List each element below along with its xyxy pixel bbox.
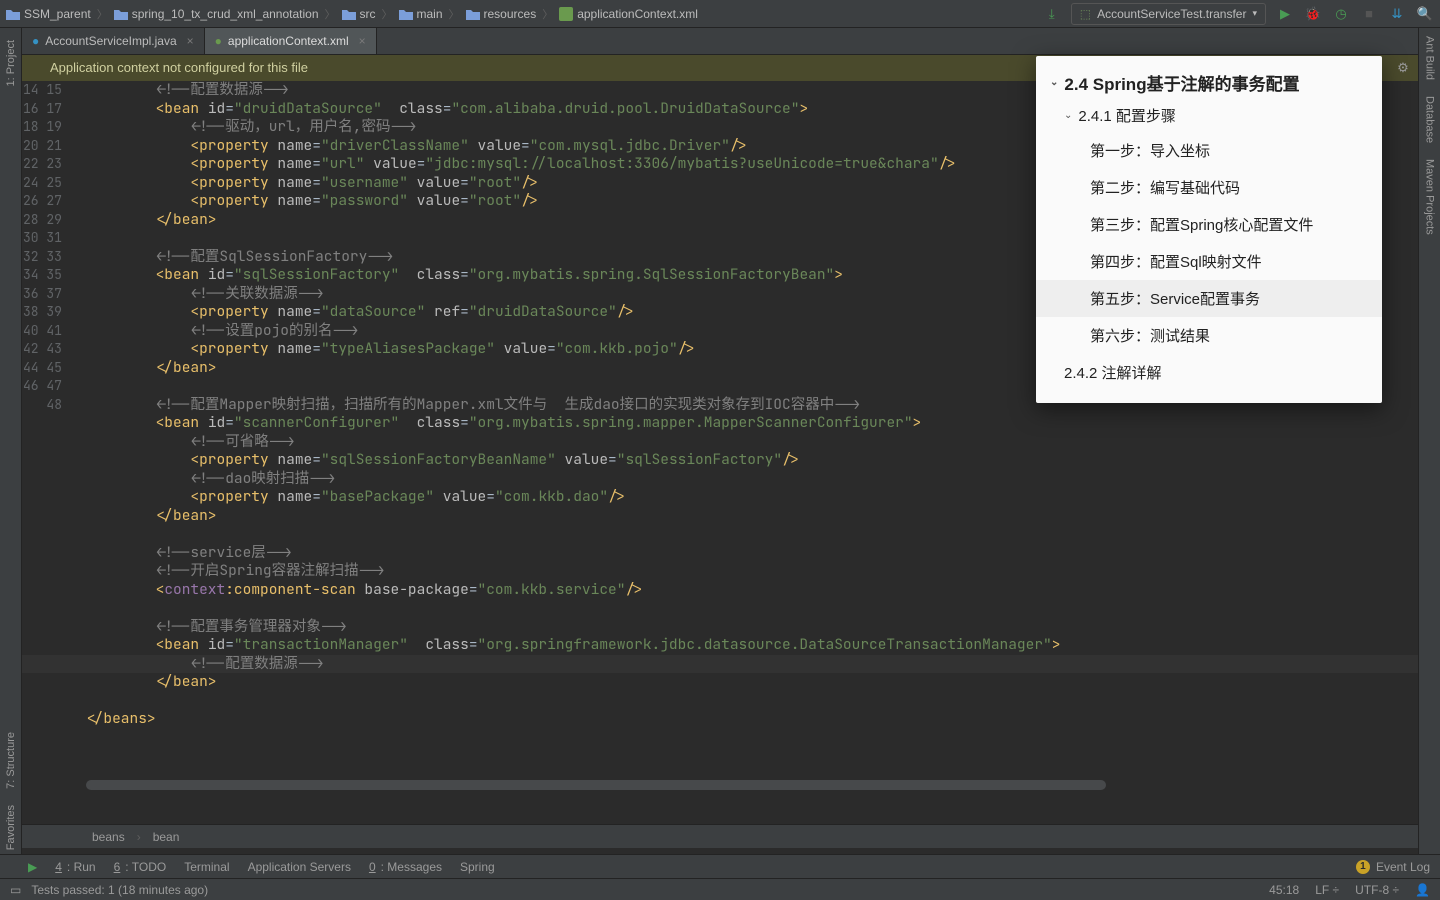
run-icon[interactable]: ▶ (1276, 5, 1294, 23)
banner-text: Application context not configured for t… (50, 60, 308, 75)
right-tool-gutter: Ant BuildDatabaseMaven Projects (1418, 28, 1440, 870)
outline-item[interactable]: 第四步：配置Sql映射文件 (1036, 243, 1382, 280)
breadcrumb-item[interactable]: main (399, 7, 443, 21)
outline-item[interactable]: 第二步：编写基础代码 (1036, 169, 1382, 206)
breadcrumb-item[interactable]: SSM_parent (6, 7, 91, 21)
tool-tab[interactable]: 7: Structure (5, 724, 17, 797)
crumb-beans[interactable]: beans (92, 830, 125, 844)
bottom-tool-tab[interactable]: 0: Messages (369, 860, 442, 874)
chevron-down-icon: ▾ (1252, 8, 1257, 19)
bottom-tool-tab[interactable]: Application Servers (248, 860, 351, 874)
outline-section[interactable]: ⌄ 2.4.1 配置步骤 (1036, 99, 1382, 132)
outline-item[interactable]: 第六步：测试结果 (1036, 317, 1382, 354)
tab-label: AccountServiceImpl.java (45, 34, 176, 48)
run-configuration-dropdown[interactable]: ⬚ AccountServiceTest.transfer ▾ (1071, 3, 1266, 25)
debug-icon[interactable]: 🐞 (1304, 5, 1322, 23)
bottom-tool-tab[interactable]: Terminal (184, 860, 229, 874)
breadcrumb-item[interactable]: spring_10_tx_crud_xml_annotation (114, 7, 319, 21)
stop-icon[interactable]: ■ (1360, 5, 1378, 23)
editor-tab[interactable]: ● AccountServiceImpl.java × (22, 28, 205, 54)
crumb-bean[interactable]: bean (153, 830, 180, 844)
chevron-down-icon: ⌄ (1064, 110, 1072, 121)
outline-item[interactable]: 第五步：Service配置事务 (1036, 280, 1382, 317)
scrollbar-thumb[interactable] (86, 780, 1106, 790)
outline-item[interactable]: 第一步：导入坐标 (1036, 132, 1382, 169)
outline-section-2[interactable]: 2.4.2 注解详解 (1036, 354, 1382, 391)
outline-title[interactable]: ⌄ 2.4 Spring基于注解的事务配置 (1036, 66, 1382, 99)
navigation-bar: SSM_parent〉spring_10_tx_crud_xml_annotat… (0, 0, 1440, 28)
editor-tabs: ● AccountServiceImpl.java × ● applicationCon… (0, 28, 1440, 55)
status-bar: ▭ Tests passed: 1 (18 minutes ago) 45:18… (0, 878, 1440, 900)
bottom-tool-tab[interactable]: 4: Run (55, 860, 95, 874)
caret-position[interactable]: 45:18 (1269, 883, 1299, 897)
horizontal-scrollbar[interactable] (86, 780, 1394, 790)
breadcrumb-item[interactable]: resources (466, 7, 537, 21)
tool-tab[interactable]: Maven Projects (1424, 151, 1436, 243)
status-icon[interactable]: ▭ (10, 883, 21, 897)
tool-tab[interactable]: 1: Project (5, 32, 17, 94)
inspector-icon[interactable]: 👤 (1415, 883, 1430, 897)
left-tool-gutter: 1: Project7: Structure2: Favorites (0, 28, 22, 870)
coverage-icon[interactable]: ◷ (1332, 5, 1350, 23)
run-icon[interactable]: ▶ (28, 860, 37, 874)
file-encoding[interactable]: UTF-8 ÷ (1355, 883, 1399, 897)
chevron-right-icon: › (137, 830, 141, 844)
editor-tab[interactable]: ● applicationContext.xml × (205, 28, 377, 54)
xml-file-icon: ● (215, 34, 222, 48)
outline-popup: ⌄ 2.4 Spring基于注解的事务配置 ⌄ 2.4.1 配置步骤 第一步：导… (1036, 56, 1382, 403)
breadcrumb: SSM_parent〉spring_10_tx_crud_xml_annotat… (6, 6, 1043, 22)
event-count-badge: 1 (1356, 860, 1370, 874)
gear-icon[interactable]: ⚙ (1394, 59, 1412, 77)
tool-tab[interactable]: Database (1424, 88, 1436, 151)
run-config-label: AccountServiceTest.transfer (1097, 7, 1246, 21)
close-icon[interactable]: × (187, 34, 194, 48)
close-icon[interactable]: × (359, 34, 366, 48)
tool-window-bar: ▶ 4: Run 6: TODO Terminal Application Server… (0, 854, 1440, 878)
class-file-icon: ● (32, 34, 39, 48)
line-numbers: 14 15 16 17 18 19 20 21 22 23 24 25 26 2… (22, 81, 70, 414)
outline-item[interactable]: 第三步：配置Spring核心配置文件 (1036, 206, 1382, 243)
fold-gutter[interactable] (70, 81, 86, 818)
event-log-button[interactable]: 1Event Log (1356, 860, 1430, 874)
breadcrumb-item[interactable]: src (342, 7, 376, 21)
breadcrumb-item[interactable]: applicationContext.xml (559, 7, 698, 21)
update-icon[interactable]: ⇊ (1388, 5, 1406, 23)
run-config-icon: ⬚ (1080, 7, 1091, 21)
search-icon[interactable]: 🔍 (1416, 5, 1434, 23)
toolbar-right: ⤓ ⬚ AccountServiceTest.transfer ▾ ▶ 🐞 ◷ … (1043, 3, 1434, 25)
editor-breadcrumbs[interactable]: beans › bean (22, 824, 1418, 848)
build-icon[interactable]: ⤓ (1043, 5, 1061, 23)
bottom-tool-tab[interactable]: 6: TODO (114, 860, 167, 874)
bottom-tool-tab[interactable]: Spring (460, 860, 495, 874)
chevron-down-icon: ⌄ (1050, 77, 1058, 88)
status-message: Tests passed: 1 (18 minutes ago) (31, 883, 1269, 897)
tool-tab[interactable]: Ant Build (1424, 28, 1436, 88)
line-separator[interactable]: LF ÷ (1315, 883, 1339, 897)
tab-label: applicationContext.xml (228, 34, 349, 48)
